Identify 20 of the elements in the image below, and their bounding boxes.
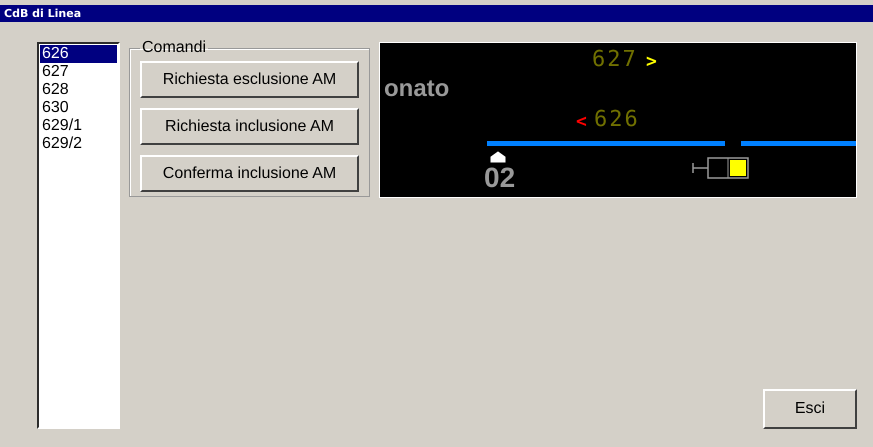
list-item[interactable]: 628 [40, 81, 117, 99]
direction-arrow: < [576, 111, 587, 132]
command-button[interactable]: Conferma inclusione AM [140, 155, 359, 192]
list-item[interactable]: 629/2 [40, 135, 117, 153]
window-title: CdB di Linea [0, 5, 873, 22]
track-number: 626 [594, 107, 640, 132]
list-item[interactable]: 626 [40, 45, 117, 63]
command-button[interactable]: Richiesta inclusione AM [140, 108, 359, 145]
group-title: Comandi [141, 39, 208, 57]
platform-icon [490, 150, 506, 163]
exit-button[interactable]: Esci [763, 389, 857, 429]
platform-number: 02 [484, 162, 516, 194]
station-name: onato [384, 75, 450, 103]
list-item[interactable]: 630 [40, 99, 117, 117]
list-item[interactable]: 629/1 [40, 117, 117, 135]
direction-arrow: > [646, 51, 657, 72]
track-number: 627 [592, 47, 638, 72]
list-item[interactable]: 627 [40, 63, 117, 81]
command-button[interactable]: Richiesta esclusione AM [140, 61, 359, 98]
signal-icon [692, 157, 750, 179]
